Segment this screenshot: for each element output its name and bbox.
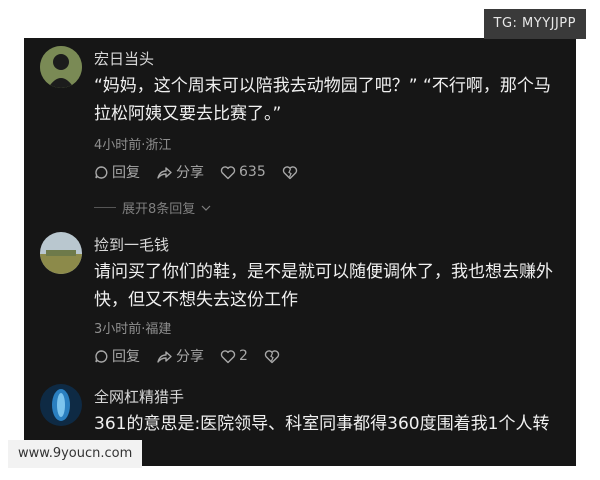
reply-label: 回复	[112, 165, 140, 181]
reply-button[interactable]: 回复	[94, 346, 140, 366]
comment-username[interactable]: 捡到一毛钱	[94, 234, 169, 255]
reply-button[interactable]: 回复	[94, 162, 140, 182]
like-button[interactable]: 2	[220, 348, 248, 364]
share-label: 分享	[176, 165, 204, 181]
divider-dash	[94, 207, 116, 208]
comment-actions: 回复 分享 635	[94, 162, 298, 182]
comments-panel: 宏日当头 “妈妈，这个周末可以陪我去动物园了吧？” “不行啊，那个马拉松阿姨又要…	[24, 38, 576, 466]
comment-actions: 回复 分享 2	[94, 346, 280, 366]
avatar-image-icon	[40, 46, 82, 88]
comment-text: “妈妈，这个周末可以陪我去动物园了吧？” “不行啊，那个马拉松阿姨又要去比赛了。…	[94, 76, 551, 124]
comment-text: 请问买了你们的鞋，是不是就可以随便调休了，我也想去赚外快，但又不想失去这份工作	[94, 262, 553, 310]
share-label: 分享	[176, 349, 204, 365]
share-button[interactable]: 分享	[156, 346, 204, 366]
avatar-image-icon	[40, 384, 82, 426]
share-icon	[157, 350, 172, 363]
avatar-image-icon	[40, 232, 82, 274]
dislike-button[interactable]	[264, 349, 280, 364]
comment-username[interactable]: 宏日当头	[94, 48, 154, 69]
avatar[interactable]	[40, 384, 82, 426]
share-button[interactable]: 分享	[156, 162, 204, 182]
expand-replies-label: 展开8条回复	[122, 202, 196, 217]
heart-icon	[220, 165, 236, 179]
avatar[interactable]	[40, 232, 82, 274]
dislike-button[interactable]	[282, 165, 298, 180]
watermark-bottom: www.9youcn.com	[8, 440, 143, 468]
share-icon	[157, 166, 172, 179]
broken-heart-icon	[282, 165, 297, 179]
like-button[interactable]: 635	[220, 164, 266, 180]
heart-icon	[220, 349, 236, 363]
reply-icon	[95, 349, 108, 363]
comment-text: 361的意思是:医院领导、科室同事都得360度围着我1个人转	[94, 414, 550, 434]
comment-meta: 3小时前·福建	[94, 322, 172, 337]
reply-icon	[95, 165, 108, 179]
broken-heart-icon	[264, 349, 280, 363]
comment-username[interactable]: 全网杠精猎手	[94, 386, 184, 407]
expand-replies[interactable]: 展开8条回复	[94, 198, 211, 217]
like-count: 2	[239, 348, 248, 364]
avatar[interactable]	[40, 46, 82, 88]
watermark-top: TG: MYYJJPP	[483, 9, 586, 39]
reply-label: 回复	[112, 349, 140, 365]
comment-meta: 4小时前·浙江	[94, 138, 172, 153]
like-count: 635	[239, 164, 266, 180]
chevron-down-icon	[201, 205, 211, 211]
